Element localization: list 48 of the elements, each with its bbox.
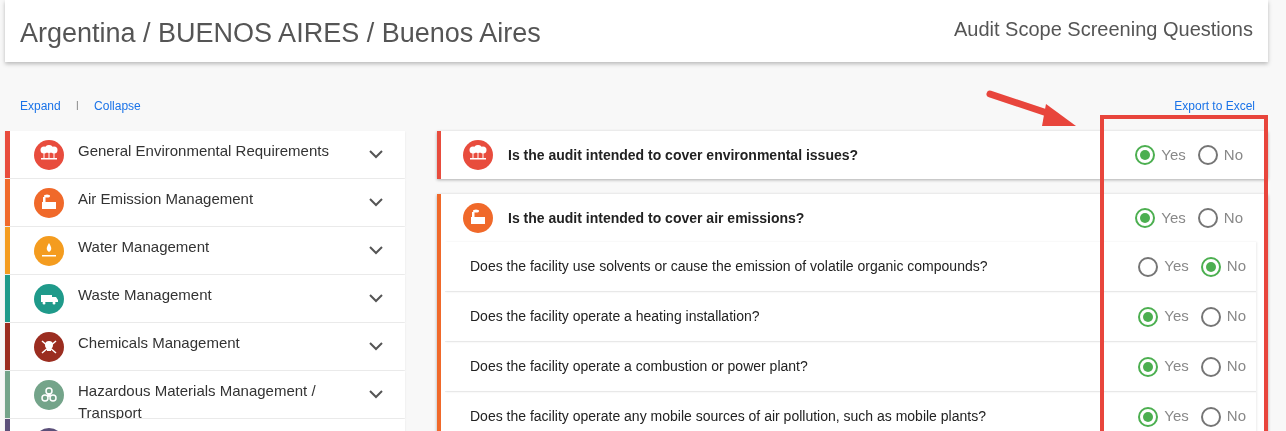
radio-option[interactable]: No: [1197, 143, 1243, 167]
question-text: Is the audit intended to cover environmental issues?: [508, 145, 859, 165]
sub-question-text: Does the facility use solvents or cause the emission of volatile organic compounds?: [470, 257, 988, 276]
category-label: Waste Management: [78, 285, 213, 305]
radio-option[interactable]: No: [1200, 405, 1246, 428]
chevron-down-icon: [369, 246, 383, 255]
radio-option[interactable]: No: [1200, 255, 1246, 278]
chevron-down-icon: [369, 198, 383, 207]
truck-icon: [34, 283, 64, 314]
category-label: Air Emission Management: [78, 189, 255, 209]
expand-link[interactable]: Expand: [20, 97, 61, 115]
category-item[interactable]: Hazardous Materials Management / Transport: [5, 371, 405, 418]
radio-option[interactable]: Yes: [1138, 355, 1189, 378]
question-text: Is the audit intended to cover air emissions?: [508, 208, 805, 228]
radio-option[interactable]: No: [1200, 355, 1246, 378]
trees-icon: [34, 139, 64, 170]
factory-icon: [34, 187, 64, 218]
water-drop-icon: [34, 235, 64, 266]
radio-option[interactable]: No: [1197, 206, 1243, 230]
category-item[interactable]: Chemicals Management: [5, 323, 405, 370]
category-item[interactable]: Water Management: [5, 227, 405, 274]
trees-icon: [463, 140, 493, 170]
radio-option[interactable]: Yes: [1138, 305, 1189, 328]
chevron-down-icon: [369, 390, 383, 399]
chevron-down-icon: [369, 294, 383, 303]
sub-question-text: Does the facility operate a heating installation?: [470, 307, 760, 326]
category-item[interactable]: Air Emission Management: [5, 179, 405, 226]
category-label: General Environmental Requirements: [78, 141, 330, 161]
radio-option[interactable]: Yes: [1135, 206, 1186, 230]
collapse-link[interactable]: Collapse: [94, 97, 141, 115]
skull-icon: [34, 331, 64, 362]
category-label: Chemicals Management: [78, 333, 241, 353]
sub-question-text: Does the facility operate any mobile sources of air pollution, such as mobile plants?: [470, 407, 986, 426]
chevron-down-icon: [369, 150, 383, 159]
category-item[interactable]: General Environmental Requirements: [5, 131, 405, 178]
radio-option[interactable]: Yes: [1138, 405, 1189, 428]
sub-question-text: Does the facility operate a combustion or power plant?: [470, 357, 808, 376]
radio-option[interactable]: No: [1200, 305, 1246, 328]
link-separator: I: [75, 98, 80, 115]
chevron-down-icon: [369, 342, 383, 351]
radio-option[interactable]: Yes: [1138, 255, 1189, 278]
export-link[interactable]: Export to Excel: [1174, 97, 1255, 115]
category-label: Water Management: [78, 237, 211, 257]
page-subtitle: Audit Scope Screening Questions: [953, 17, 1253, 42]
category-item[interactable]: Waste Management: [5, 275, 405, 322]
radio-option[interactable]: Yes: [1135, 143, 1186, 167]
factory-icon: [463, 203, 493, 233]
location-title: Argentina / BUENOS AIRES / Buenos Aires: [20, 16, 541, 50]
